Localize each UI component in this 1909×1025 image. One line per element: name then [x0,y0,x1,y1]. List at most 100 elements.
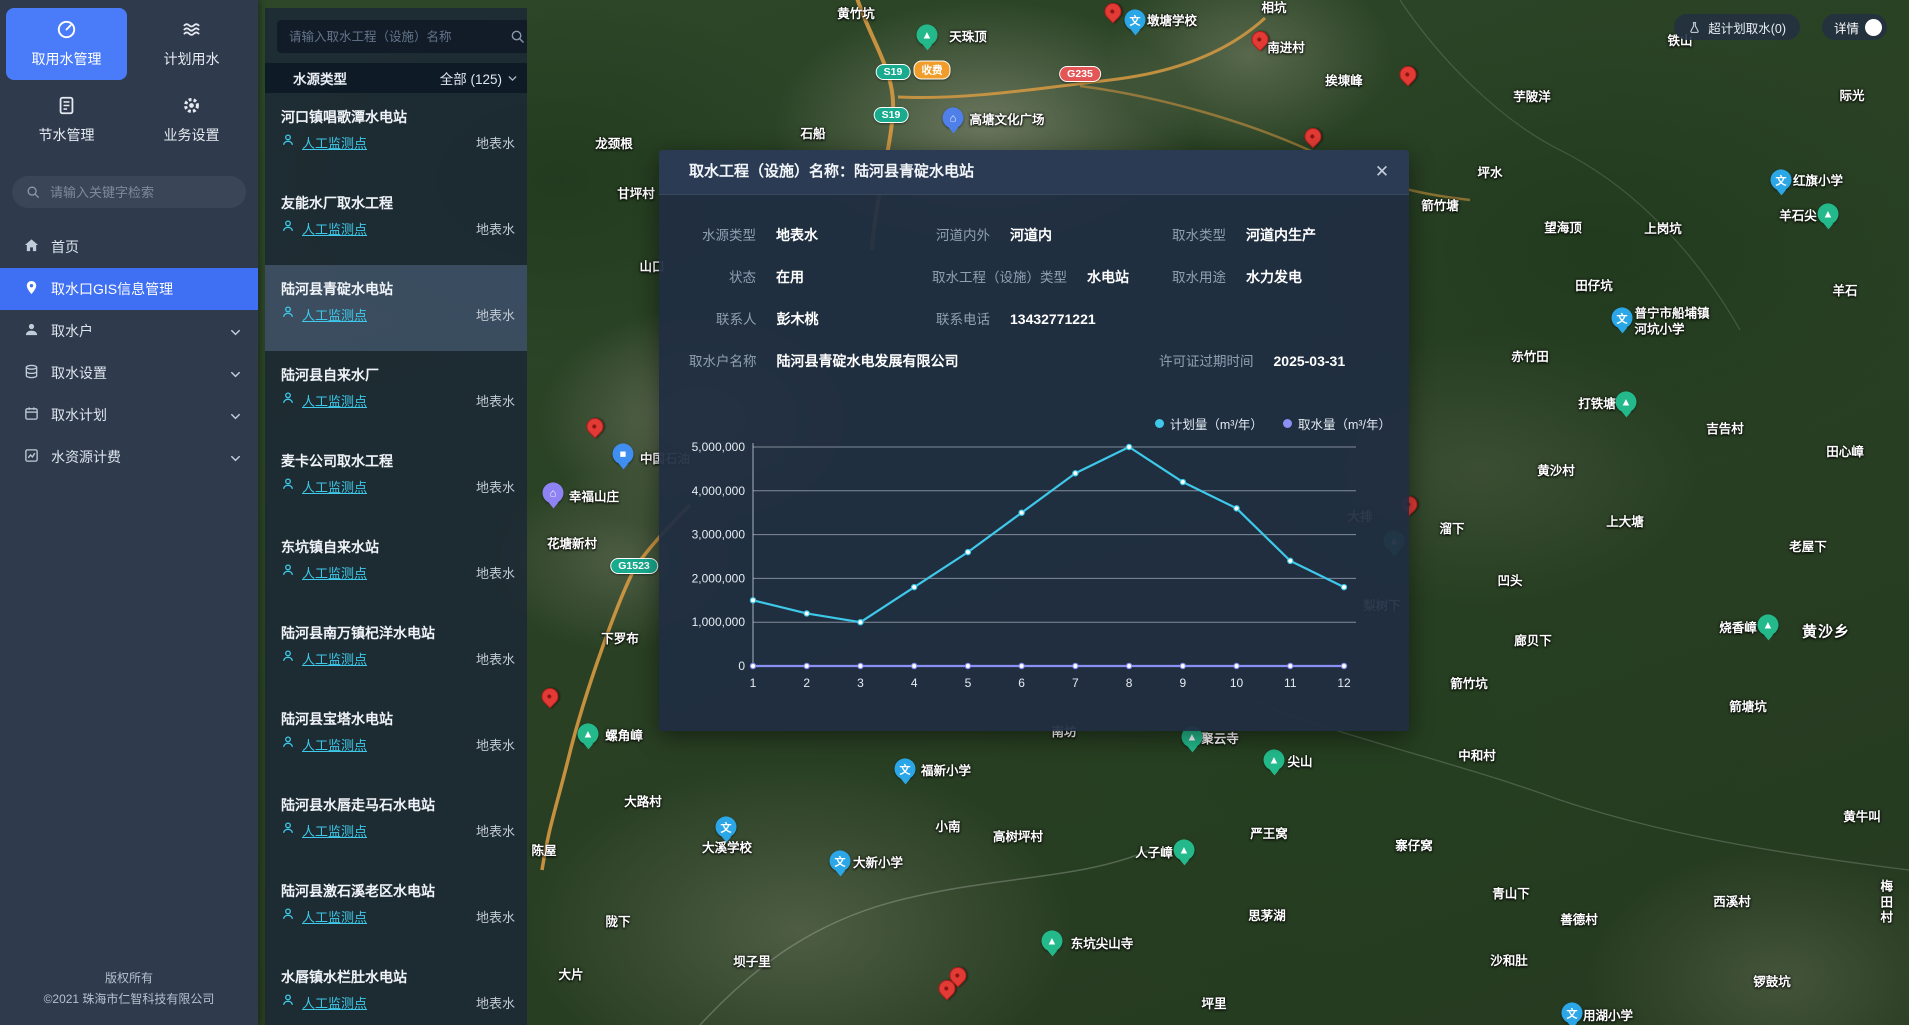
green-marker[interactable]: ▲ [917,24,938,45]
monitor-type-link[interactable]: 人工监测点 [302,305,367,324]
person-icon [281,133,295,152]
monitor-type-link[interactable]: 人工监测点 [302,219,367,238]
monitor-type-link[interactable]: 人工监测点 [302,735,367,754]
sidebar-item-4[interactable]: 取水计划 [0,394,258,436]
close-icon[interactable]: ✕ [1371,161,1393,183]
sidebar-item-2[interactable]: 取水户 [0,310,258,352]
sidebar-search[interactable] [12,176,246,208]
tile-label: 计划用水 [164,49,220,69]
school-marker[interactable]: 文 [1125,9,1146,30]
list-item[interactable]: 陆河县南万镇杞洋水电站人工监测点地表水 [265,609,527,695]
monitor-type-link[interactable]: 人工监测点 [302,477,367,496]
green-marker[interactable]: ▲ [578,723,599,744]
water-source-tag: 地表水 [476,649,515,668]
sidebar-item-0[interactable]: 首页 [0,226,258,268]
field-river-inout: 河道内外 河道内 [936,224,1052,245]
svg-text:5,000,000: 5,000,000 [692,440,746,454]
monitor-type-link[interactable]: 人工监测点 [302,993,367,1012]
list-item[interactable]: 友能水厂取水工程人工监测点地表水 [265,179,527,265]
app-window: 黄竹坑相坑墩塘学校天珠顶铁山南进村挨埬峰芋陂洋际光石船高塘文化广场龙颈根甘坪村坪… [0,0,1909,1025]
monitor-type-link[interactable]: 人工监测点 [302,563,367,582]
person-icon [281,391,295,410]
chevron-down-icon [228,409,240,421]
station-name: 麦卡公司取水工程 [281,451,393,471]
sidebar-menu: 首页取水口GIS信息管理取水户取水设置取水计划水资源计费 [0,226,258,478]
field-value: 河道内 [1010,225,1052,245]
monitor-type-link[interactable]: 人工监测点 [302,133,367,152]
menu-label: 取水设置 [51,363,107,383]
list-item[interactable]: 河口镇唱歌潭水电站人工监测点地表水 [265,93,527,179]
monitor-type-link[interactable]: 人工监测点 [302,821,367,840]
station-name: 陆河县激石溪老区水电站 [281,881,435,901]
module-tile-1[interactable]: 计划用水 [131,8,252,80]
green-marker[interactable]: ▲ [1174,839,1195,860]
building-marker[interactable]: ⌂ [943,107,964,128]
doc-icon [57,96,76,118]
legend-item[interactable]: 计划量（m³/年） [1155,414,1263,433]
filter-dropdown[interactable]: 全部 (125) [440,68,519,88]
fuel-marker[interactable]: ■ [613,443,634,464]
sidebar-item-3[interactable]: 取水设置 [0,352,258,394]
legend-item[interactable]: 取水量（m³/年） [1283,414,1391,433]
sidebar: 取用水管理 计划用水节水管理业务设置 首页取水口GIS信息管理取水户取水设置取水计… [0,0,258,1025]
field-value: 地表水 [776,225,818,245]
green-marker[interactable]: ▲ [1042,930,1063,951]
menu-label: 首页 [51,237,79,257]
list-item[interactable]: 东坑镇自来水站人工监测点地表水 [265,523,527,609]
copyright-line1: 版权所有 [0,968,258,988]
svg-text:3,000,000: 3,000,000 [692,528,746,542]
search-icon[interactable] [510,29,525,44]
field-value: 陆河县青碇水电发展有限公司 [777,351,959,371]
sidebar-item-1[interactable]: 取水口GIS信息管理 [0,268,258,310]
module-tile-0[interactable]: 取用水管理 [6,8,127,80]
road-badge: G1523 [610,558,658,574]
green-marker[interactable]: ▲ [1264,749,1285,770]
over-plan-label: 超计划取水(0) [1708,18,1786,37]
list-item[interactable]: 陆河县自来水厂人工监测点地表水 [265,351,527,437]
svg-text:7: 7 [1072,676,1079,690]
school-marker[interactable]: 文 [1771,169,1792,190]
green-marker[interactable]: ▲ [1758,614,1779,635]
green-marker[interactable]: ▲ [1616,391,1637,412]
person-icon [281,477,295,496]
hotel-marker[interactable]: ⌂ [543,482,564,503]
module-tile-2[interactable]: 节水管理 [6,84,127,156]
school-marker[interactable]: 文 [1562,1002,1583,1023]
station-search-input[interactable] [287,29,502,45]
svg-text:1: 1 [750,676,757,690]
water-source-tag: 地表水 [476,305,515,324]
list-item[interactable]: 陆河县宝塔水电站人工监测点地表水 [265,695,527,781]
monitor-type-link[interactable]: 人工监测点 [302,649,367,668]
station-name: 陆河县宝塔水电站 [281,709,393,729]
field-value: 13432771221 [1010,311,1096,327]
person-icon [281,993,295,1012]
list-item[interactable]: 麦卡公司取水工程人工监测点地表水 [265,437,527,523]
sidebar-item-5[interactable]: 水资源计费 [0,436,258,478]
list-item[interactable]: 陆河县激石溪老区水电站人工监测点地表水 [265,867,527,953]
detail-toggle[interactable]: 详情 [1822,14,1887,40]
list-item[interactable]: 水唇镇水栏肚水电站人工监测点地表水 [265,953,527,1025]
school-marker[interactable]: 文 [895,758,916,779]
module-tile-3[interactable]: 业务设置 [131,84,252,156]
station-name: 陆河县水唇走马石水电站 [281,795,435,815]
tile-label: 取用水管理 [32,49,102,69]
school-marker[interactable]: 文 [830,850,851,871]
station-search[interactable] [277,20,527,53]
db-icon [24,364,39,382]
monitor-type-link[interactable]: 人工监测点 [302,391,367,410]
person-icon [281,649,295,668]
sidebar-search-input[interactable] [48,184,232,201]
source-type-filter: 水源类型 全部 (125) [265,63,527,93]
school-marker[interactable]: 文 [716,816,737,837]
over-plan-intake-button[interactable]: 超计划取水(0) [1674,14,1800,40]
school-marker[interactable]: 文 [1612,307,1633,328]
green-marker[interactable]: ▲ [1818,203,1839,224]
search-icon [26,185,40,199]
list-item[interactable]: 陆河县水唇走马石水电站人工监测点地表水 [265,781,527,867]
road-badge: S19 [874,107,909,123]
svg-text:12: 12 [1337,676,1351,690]
list-item[interactable]: 陆河县青碇水电站人工监测点地表水 [265,265,527,351]
station-detail-modal: 取水工程（设施）名称：陆河县青碇水电站 ✕ 水源类型 地表水 河道内外 河道内 … [659,150,1409,731]
field-value: 2025-03-31 [1274,353,1346,369]
monitor-type-link[interactable]: 人工监测点 [302,907,367,926]
